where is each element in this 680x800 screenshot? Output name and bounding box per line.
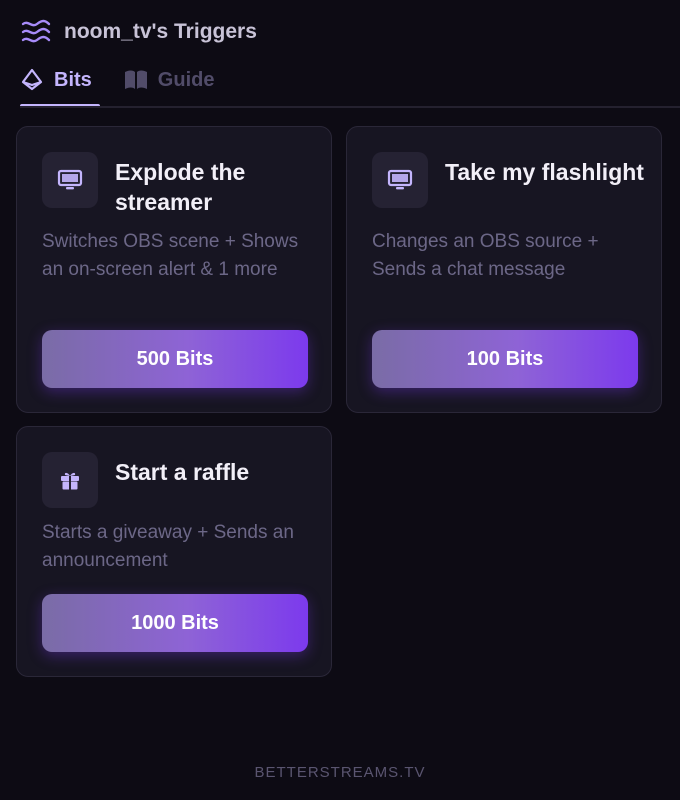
trigger-description: Changes an OBS source + Sends a chat mes… — [372, 231, 599, 280]
tab-bits-label: Bits — [54, 68, 92, 91]
trigger-title: Explode the streamer — [115, 159, 246, 215]
trigger-card: Take my flashlight Changes an OBS source… — [346, 126, 662, 413]
trigger-cost-button[interactable]: 1000 Bits — [42, 594, 308, 652]
header: noom_tv's Triggers — [20, 16, 257, 48]
tab-bar: Bits Guide — [20, 58, 246, 108]
gift-icon — [42, 452, 98, 508]
trigger-description: Switches OBS scene + Shows an on-screen … — [42, 231, 299, 280]
trigger-cost-button[interactable]: 100 Bits — [372, 330, 638, 388]
tab-guide-label: Guide — [157, 68, 215, 91]
trigger-card: Explode the streamer Switches OBS scene … — [16, 126, 332, 413]
monitor-icon — [372, 152, 428, 208]
tab-bits[interactable]: Bits — [20, 58, 100, 108]
triggers-page: noom_tv's Triggers Bits Guide Explode th… — [0, 0, 680, 800]
bits-diamond-icon — [20, 68, 44, 92]
page-title: noom_tv's Triggers — [64, 20, 257, 43]
waves-icon — [20, 16, 52, 48]
footer-brand[interactable]: BETTERSTREAMS.TV — [0, 764, 680, 781]
book-icon — [124, 68, 148, 92]
trigger-title: Start a raffle — [115, 459, 250, 485]
trigger-description: Starts a giveaway + Sends an announcemen… — [42, 522, 294, 571]
trigger-cost-button[interactable]: 500 Bits — [42, 330, 308, 388]
trigger-title: Take my flashlight — [445, 159, 644, 185]
tabs-divider — [20, 106, 680, 108]
monitor-icon — [42, 152, 98, 208]
tab-guide[interactable]: Guide — [124, 58, 215, 102]
trigger-card: Start a raffle Starts a giveaway + Sends… — [16, 426, 332, 677]
